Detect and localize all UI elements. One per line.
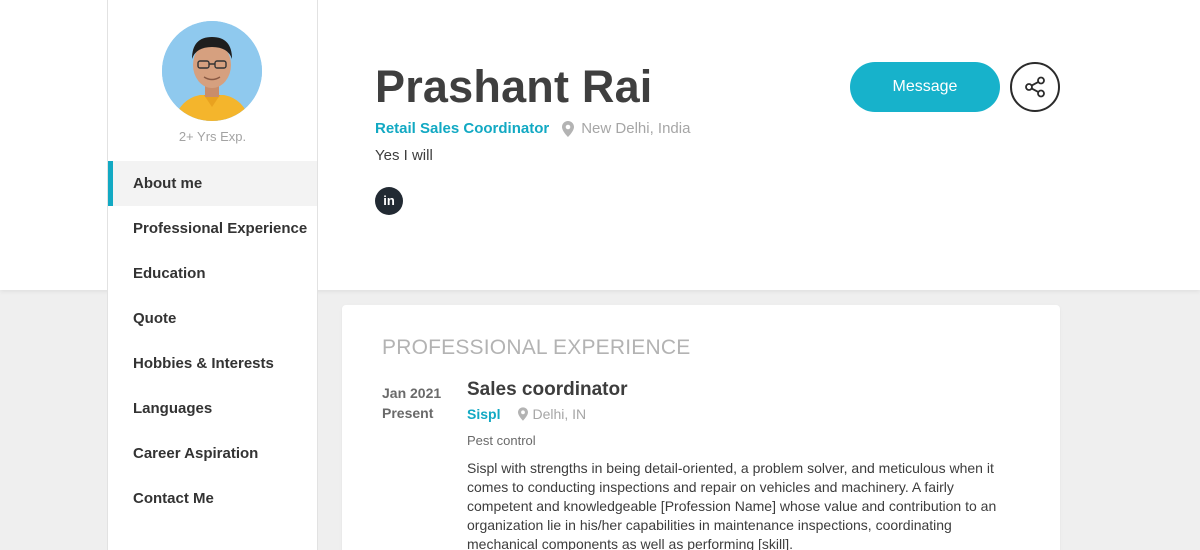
profile-job-title: Retail Sales Coordinator bbox=[375, 120, 550, 137]
experience-dates: Jan 2021 Present bbox=[382, 383, 441, 423]
experience-years: 2+ Yrs Exp. bbox=[178, 129, 247, 144]
share-icon bbox=[1025, 76, 1045, 98]
location-pin-icon bbox=[562, 120, 575, 137]
sidebar-item-professional-experience[interactable]: Professional Experience bbox=[108, 206, 317, 251]
sidebar-item-career-aspiration[interactable]: Career Aspiration bbox=[108, 431, 317, 476]
experience-end-date: Present bbox=[382, 405, 434, 421]
experience-description: Sispl with strengths in being detail-ori… bbox=[467, 460, 997, 550]
section-title: PROFESSIONAL EXPERIENCE bbox=[382, 336, 691, 359]
experience-location: Delhi, IN bbox=[532, 406, 587, 422]
profile-tagline: Yes I will bbox=[375, 147, 433, 164]
share-button[interactable] bbox=[1010, 62, 1060, 112]
sidebar-item-languages[interactable]: Languages bbox=[108, 386, 317, 431]
message-button[interactable]: Message bbox=[850, 62, 1000, 112]
sidebar-item-education[interactable]: Education bbox=[108, 251, 317, 296]
experience-company: Sispl bbox=[467, 406, 501, 422]
experience-industry: Pest control bbox=[467, 433, 536, 448]
experience-company-line: Sispl Delhi, IN bbox=[467, 406, 586, 422]
sidebar-item-about-me[interactable]: About me bbox=[108, 161, 317, 206]
avatar bbox=[162, 21, 262, 121]
sidebar-nav: About me Professional Experience Educati… bbox=[108, 161, 317, 521]
sidebar-item-quote[interactable]: Quote bbox=[108, 296, 317, 341]
linkedin-icon[interactable]: in bbox=[375, 187, 403, 215]
profile-location: New Delhi, India bbox=[581, 120, 691, 137]
sidebar-item-contact-me[interactable]: Contact Me bbox=[108, 476, 317, 521]
avatar-photo bbox=[162, 21, 262, 121]
sidebar-item-hobbies-interests[interactable]: Hobbies & Interests bbox=[108, 341, 317, 386]
profile-page: 2+ Yrs Exp. About me Professional Experi… bbox=[0, 0, 1200, 550]
profile-subline: Retail Sales Coordinator New Delhi, Indi… bbox=[375, 120, 690, 137]
location-pin-icon bbox=[518, 407, 529, 421]
profile-name: Prashant Rai bbox=[375, 61, 653, 112]
experience-card: PROFESSIONAL EXPERIENCE Jan 2021 Present… bbox=[342, 305, 1060, 550]
experience-role: Sales coordinator bbox=[467, 379, 628, 400]
experience-start-date: Jan 2021 bbox=[382, 385, 442, 401]
sidebar: 2+ Yrs Exp. About me Professional Experi… bbox=[107, 0, 318, 550]
